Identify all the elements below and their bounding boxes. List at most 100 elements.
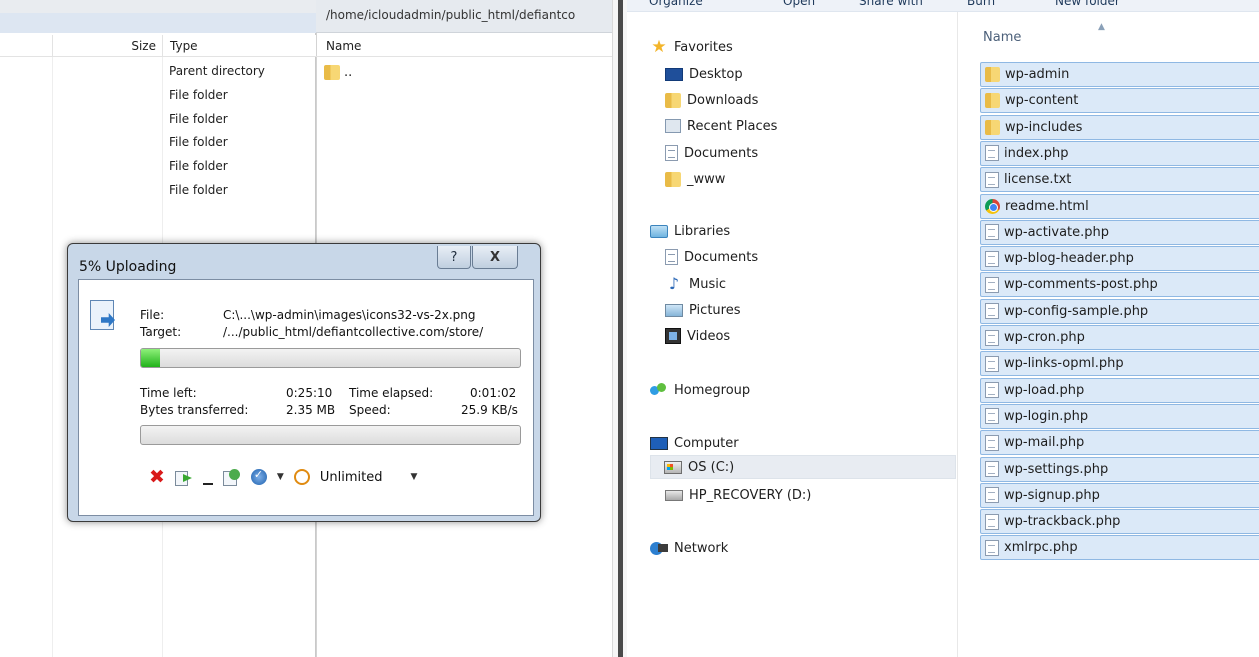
file-row[interactable]: wp-load.php: [980, 377, 1259, 403]
recent-places-icon: [665, 119, 681, 133]
column-name[interactable]: Name: [326, 39, 361, 53]
homegroup-icon: [650, 382, 668, 398]
file-list: ▲ Name wp-admin wp-content wp-includes inde…: [957, 12, 1259, 657]
once-done-icon[interactable]: [250, 468, 267, 485]
file-name: wp-includes: [1005, 119, 1083, 135]
dropdown-arrow-icon[interactable]: ▼: [277, 472, 284, 482]
nav-label: Pictures: [689, 302, 741, 318]
file-row[interactable]: wp-includes: [980, 114, 1259, 140]
nav-videos[interactable]: Videos: [665, 324, 730, 348]
file-row[interactable]: wp-config-sample.php: [980, 298, 1259, 324]
file-name: wp-links-opml.php: [1004, 356, 1124, 372]
file-name: xmlrpc.php: [1004, 540, 1078, 556]
new-folder-button[interactable]: New folder: [1055, 0, 1120, 8]
local-path-bar: [0, 0, 316, 33]
nav-downloads[interactable]: Downloads: [665, 88, 758, 112]
organize-button[interactable]: Organize: [649, 0, 703, 8]
php-file-icon: [985, 434, 999, 451]
file-row[interactable]: license.txt: [980, 167, 1259, 193]
share-with-button[interactable]: Share with: [859, 0, 923, 8]
speed-dropdown-icon[interactable]: ▼: [410, 472, 417, 482]
navigation-pane: ★ Favorites Desktop Downloads Recent Pla…: [627, 12, 957, 657]
network-icon: [650, 540, 668, 556]
drive-icon: [665, 489, 683, 501]
upload-progress-dialog: 5% Uploading ? X File: C:\...\wp-admin\i…: [67, 243, 541, 522]
column-size[interactable]: Size: [80, 39, 162, 53]
nav-documents[interactable]: Documents: [665, 141, 758, 165]
document-icon: [665, 249, 678, 265]
column-name[interactable]: Name: [983, 30, 1021, 45]
speed-limit-icon[interactable]: [293, 469, 310, 485]
nav-favorites[interactable]: ★ Favorites: [650, 35, 732, 59]
nav-recent-places[interactable]: Recent Places: [665, 114, 777, 138]
open-button[interactable]: Open: [783, 0, 815, 8]
nav-www[interactable]: _www: [665, 167, 725, 191]
skip-file-icon[interactable]: [174, 469, 193, 486]
list-item[interactable]: File folder: [169, 88, 265, 112]
file-name: index.php: [1004, 145, 1069, 161]
file-row[interactable]: wp-trackback.php: [980, 509, 1259, 535]
nav-music[interactable]: ♪ Music: [665, 272, 726, 296]
move-to-queue-icon[interactable]: [222, 469, 241, 486]
file-row[interactable]: wp-login.php: [980, 403, 1259, 429]
speed-limit-value[interactable]: Unlimited: [320, 470, 383, 485]
file-row[interactable]: wp-cron.php: [980, 325, 1259, 350]
file-row[interactable]: readme.html: [980, 193, 1259, 219]
file-row[interactable]: wp-settings.php: [980, 456, 1259, 482]
list-item[interactable]: Parent directory: [169, 64, 265, 88]
file-row[interactable]: wp-activate.php: [980, 219, 1259, 245]
file-row[interactable]: xmlrpc.php: [980, 535, 1259, 561]
cancel-icon[interactable]: ✖: [149, 468, 165, 487]
nav-recovery-drive[interactable]: HP_RECOVERY (D:): [665, 483, 811, 507]
file-row[interactable]: wp-blog-header.php: [980, 246, 1259, 272]
speed-value: 25.9 KB/s: [461, 403, 518, 417]
remote-path-bar[interactable]: /home/icloudadmin/public_html/defiantco: [316, 0, 612, 33]
php-file-icon: [985, 513, 999, 530]
star-icon: ★: [651, 37, 667, 57]
nav-label: Network: [674, 540, 729, 556]
file-name: wp-mail.php: [1004, 435, 1085, 451]
music-icon: ♪: [668, 274, 680, 293]
nav-computer[interactable]: Computer: [650, 431, 739, 455]
burn-button[interactable]: Burn: [967, 0, 995, 8]
file-name: wp-trackback.php: [1004, 514, 1121, 530]
nav-label: Computer: [674, 435, 739, 451]
file-name: wp-comments-post.php: [1004, 277, 1158, 293]
nav-label: Downloads: [687, 92, 759, 108]
list-item[interactable]: File folder: [169, 183, 265, 207]
file-row[interactable]: wp-admin: [980, 62, 1259, 87]
nav-libraries[interactable]: Libraries: [650, 219, 730, 243]
close-button[interactable]: X: [472, 246, 518, 269]
list-item[interactable]: File folder: [169, 159, 265, 183]
file-row[interactable]: wp-comments-post.php: [980, 272, 1259, 298]
list-item[interactable]: File folder: [169, 112, 265, 136]
parent-directory-row[interactable]: ..: [324, 62, 352, 82]
sort-ascending-icon: ▲: [1098, 22, 1105, 32]
document-icon: [665, 145, 678, 161]
minimize-icon[interactable]: [202, 469, 213, 485]
file-row[interactable]: wp-signup.php: [980, 482, 1259, 508]
file-row[interactable]: wp-links-opml.php: [980, 351, 1259, 377]
nav-network[interactable]: Network: [650, 536, 728, 560]
list-item[interactable]: File folder: [169, 135, 265, 159]
parent-directory-label: ..: [344, 64, 353, 80]
file-row[interactable]: wp-content: [980, 88, 1259, 114]
file-progress-bar: [140, 348, 521, 368]
file-name: license.txt: [1004, 172, 1072, 188]
os-drive-icon: [664, 460, 682, 474]
nav-pictures[interactable]: Pictures: [665, 298, 740, 322]
file-row[interactable]: wp-mail.php: [980, 430, 1259, 456]
file-row[interactable]: index.php: [980, 140, 1259, 166]
nav-homegroup[interactable]: Homegroup: [650, 378, 750, 402]
help-button[interactable]: ?: [437, 246, 471, 269]
nav-label: _www: [687, 171, 726, 187]
column-type[interactable]: Type: [170, 39, 198, 53]
nav-os-drive[interactable]: OS (C:): [650, 455, 956, 479]
time-left-value: 0:25:10: [286, 386, 333, 400]
php-file-icon: [985, 250, 999, 267]
dialog-body: File: C:\...\wp-admin\images\icons32-vs-…: [78, 279, 534, 516]
nav-desktop[interactable]: Desktop: [665, 62, 743, 86]
file-name: wp-blog-header.php: [1004, 251, 1134, 267]
nav-lib-documents[interactable]: Documents: [665, 245, 758, 269]
dialog-title: 5% Uploading: [79, 259, 177, 275]
